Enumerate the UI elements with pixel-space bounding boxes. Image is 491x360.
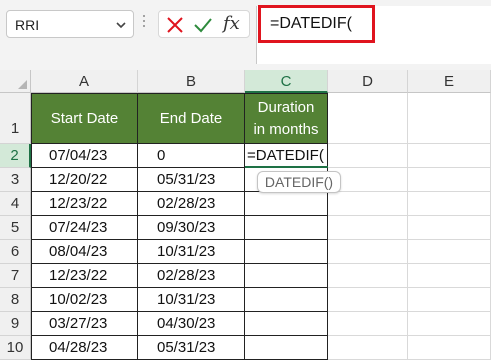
cell-start[interactable]: 12/23/22 bbox=[31, 264, 138, 288]
row-header-8[interactable]: 8 bbox=[0, 288, 31, 312]
column-header-b[interactable]: B bbox=[138, 70, 245, 93]
formula-bar: RRI fx =DATEDIF( bbox=[0, 0, 491, 70]
row-header-9[interactable]: 9 bbox=[0, 312, 31, 336]
cell-d10[interactable] bbox=[328, 336, 408, 360]
cell-duration[interactable] bbox=[245, 264, 328, 288]
row-header-10[interactable]: 10 bbox=[0, 336, 31, 360]
cell-end-text: 05/31/23 bbox=[157, 171, 216, 188]
fx-icon[interactable]: fx bbox=[223, 13, 240, 34]
header-duration[interactable]: Duration in months bbox=[245, 93, 328, 144]
cell-duration[interactable] bbox=[245, 216, 328, 240]
header-duration-line1: Duration bbox=[257, 98, 315, 116]
cell-start[interactable]: 07/04/23 bbox=[31, 144, 138, 168]
cell-e1[interactable] bbox=[408, 93, 491, 144]
cell-start[interactable]: 10/02/23 bbox=[31, 288, 138, 312]
cell-end[interactable]: 02/28/23 bbox=[138, 264, 245, 288]
column-header-a[interactable]: A bbox=[31, 70, 138, 93]
cell-start[interactable]: 04/28/23 bbox=[31, 336, 138, 360]
cell-d4[interactable] bbox=[328, 192, 408, 216]
cell-d5[interactable] bbox=[328, 216, 408, 240]
cell-e5[interactable] bbox=[408, 216, 491, 240]
row-header-2[interactable]: 2 bbox=[0, 144, 31, 168]
cell-start[interactable]: 12/23/22 bbox=[31, 192, 138, 216]
header-start-date[interactable]: Start Date bbox=[31, 93, 138, 144]
cell-end[interactable]: 10/31/23 bbox=[138, 288, 245, 312]
cell-d1[interactable] bbox=[328, 93, 408, 144]
cell-e4[interactable] bbox=[408, 192, 491, 216]
row-header-1[interactable]: 1 bbox=[0, 93, 31, 144]
cell-e7[interactable] bbox=[408, 264, 491, 288]
check-icon[interactable] bbox=[193, 15, 213, 35]
cell-end-text: 09/30/23 bbox=[157, 219, 216, 236]
cell-duration-text: =DATEDIF( bbox=[247, 147, 324, 164]
cell-start-text: 10/02/23 bbox=[49, 291, 108, 308]
cell-start-text: 04/28/23 bbox=[49, 339, 108, 356]
cell-start-text: 03/27/23 bbox=[49, 315, 108, 332]
cell-e3[interactable] bbox=[408, 168, 491, 192]
cell-duration[interactable] bbox=[245, 192, 328, 216]
header-end-date[interactable]: End Date bbox=[138, 93, 245, 144]
cell-duration-active[interactable]: =DATEDIF( bbox=[245, 144, 328, 168]
cell-end[interactable]: 05/31/23 bbox=[138, 336, 245, 360]
column-header-e[interactable]: E bbox=[408, 70, 491, 93]
cell-d9[interactable] bbox=[328, 312, 408, 336]
cell-end-text: 05/31/23 bbox=[157, 339, 216, 356]
cell-d2[interactable] bbox=[328, 144, 408, 168]
cell-end-text: 02/28/23 bbox=[157, 267, 216, 284]
cell-start[interactable]: 12/20/22 bbox=[31, 168, 138, 192]
spreadsheet-grid: A B C D E 1 2 3 4 5 6 7 8 9 10 Start Dat… bbox=[0, 70, 491, 360]
chevron-down-icon[interactable] bbox=[115, 19, 127, 31]
function-tooltip[interactable]: DATEDIF() bbox=[257, 171, 341, 193]
cell-start-text: 08/04/23 bbox=[49, 243, 108, 260]
cell-duration[interactable] bbox=[245, 336, 328, 360]
cell-d8[interactable] bbox=[328, 288, 408, 312]
cell-e9[interactable] bbox=[408, 312, 491, 336]
cell-e2[interactable] bbox=[408, 144, 491, 168]
cell-end[interactable]: 02/28/23 bbox=[138, 192, 245, 216]
cell-end-text: 02/28/23 bbox=[157, 195, 216, 212]
row-header-5[interactable]: 5 bbox=[0, 216, 31, 240]
column-header-d[interactable]: D bbox=[328, 70, 408, 93]
cell-end-text: 04/30/23 bbox=[157, 315, 216, 332]
cell-e10[interactable] bbox=[408, 336, 491, 360]
cell-start-text: 12/20/22 bbox=[49, 171, 108, 188]
cell-duration[interactable] bbox=[245, 312, 328, 336]
cell-end[interactable]: 10/31/23 bbox=[138, 240, 245, 264]
cell-start[interactable]: 03/27/23 bbox=[31, 312, 138, 336]
row-header-7[interactable]: 7 bbox=[0, 264, 31, 288]
row-header-6[interactable]: 6 bbox=[0, 240, 31, 264]
drag-handle-icon[interactable] bbox=[142, 15, 146, 35]
cell-end[interactable]: 05/31/23 bbox=[138, 168, 245, 192]
cell-end[interactable]: 04/30/23 bbox=[138, 312, 245, 336]
cell-start-text: 07/24/23 bbox=[49, 219, 108, 236]
select-all-corner[interactable] bbox=[0, 70, 31, 93]
name-box[interactable]: RRI bbox=[6, 10, 134, 38]
formula-buttons: fx bbox=[158, 10, 250, 38]
cell-end[interactable]: 09/30/23 bbox=[138, 216, 245, 240]
formula-highlight-box bbox=[258, 5, 375, 43]
row-header-4[interactable]: 4 bbox=[0, 192, 31, 216]
row-header-3[interactable]: 3 bbox=[0, 168, 31, 192]
cell-e8[interactable] bbox=[408, 288, 491, 312]
header-duration-line2: in months bbox=[253, 120, 319, 138]
cell-d6[interactable] bbox=[328, 240, 408, 264]
cell-duration[interactable] bbox=[245, 288, 328, 312]
cell-start-text: 07/04/23 bbox=[49, 147, 108, 164]
cell-d7[interactable] bbox=[328, 264, 408, 288]
cell-e6[interactable] bbox=[408, 240, 491, 264]
x-icon[interactable] bbox=[165, 15, 185, 35]
cell-end-text: 0 bbox=[157, 147, 166, 164]
column-header-c[interactable]: C bbox=[245, 70, 328, 93]
cell-start[interactable]: 08/04/23 bbox=[31, 240, 138, 264]
cell-start-text: 12/23/22 bbox=[49, 267, 108, 284]
cell-end[interactable]: 0 bbox=[138, 144, 245, 168]
cell-end-text: 10/31/23 bbox=[157, 291, 216, 308]
cell-duration[interactable] bbox=[245, 240, 328, 264]
cell-start-text: 12/23/22 bbox=[49, 195, 108, 212]
name-box-value: RRI bbox=[15, 17, 40, 33]
cell-start[interactable]: 07/24/23 bbox=[31, 216, 138, 240]
cell-end-text: 10/31/23 bbox=[157, 243, 216, 260]
